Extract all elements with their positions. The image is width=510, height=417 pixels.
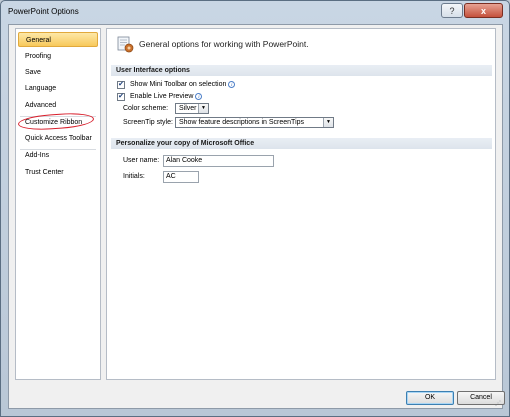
username-label: User name: [123, 157, 160, 164]
resize-grip-icon[interactable]: ⋰ [495, 400, 501, 407]
ok-button[interactable]: OK [406, 391, 454, 405]
close-icon: x [480, 5, 486, 16]
help-button[interactable]: ? [441, 3, 463, 18]
sidebar-item-save[interactable]: Save [18, 65, 98, 80]
mini-toolbar-label: Show Mini Toolbar on selection [130, 81, 227, 88]
screentip-style-value: Show feature descriptions in ScreenTips [179, 119, 305, 126]
help-icon: ? [449, 5, 455, 16]
options-window: PowerPoint Options ? x General Proofing … [0, 0, 510, 417]
title-bar[interactable]: PowerPoint Options ? x [1, 1, 509, 23]
live-preview-option[interactable]: ✔ Enable Live Preview i [117, 91, 203, 102]
sidebar-item-general[interactable]: General [18, 32, 98, 47]
mini-toolbar-option[interactable]: ✔ Show Mini Toolbar on selection i [117, 79, 236, 90]
username-input[interactable]: Alan Cooke [163, 155, 274, 167]
section-header-ui-options: User Interface options [111, 65, 492, 76]
sidebar-item-quick-access-toolbar[interactable]: Quick Access Toolbar [18, 131, 98, 146]
screentip-style-select[interactable]: Show feature descriptions in ScreenTips … [175, 117, 334, 128]
color-scheme-value: Silver [179, 105, 197, 112]
close-button[interactable]: x [464, 3, 503, 18]
color-scheme-select[interactable]: Silver ▼ [175, 103, 209, 114]
page-title: General options for working with PowerPo… [139, 39, 309, 49]
initials-input[interactable]: AC [163, 171, 199, 183]
sidebar-item-language[interactable]: Language [18, 81, 98, 96]
sidebar-item-proofing[interactable]: Proofing [18, 49, 98, 64]
live-preview-label: Enable Live Preview [130, 93, 194, 100]
live-preview-checkbox[interactable]: ✔ [117, 92, 125, 101]
sidebar-item-trust-center[interactable]: Trust Center [18, 165, 98, 180]
dropdown-arrow-icon: ▼ [323, 118, 333, 127]
sidebar: General Proofing Save Language Advanced … [15, 28, 101, 380]
initials-label: Initials: [123, 173, 145, 180]
general-panel: General options for working with PowerPo… [106, 28, 496, 380]
window-title: PowerPoint Options [8, 7, 79, 16]
mini-toolbar-checkbox[interactable]: ✔ [117, 80, 125, 89]
dropdown-arrow-icon: ▼ [198, 104, 208, 113]
section-header-personalize: Personalize your copy of Microsoft Offic… [111, 138, 492, 149]
info-icon: i [195, 93, 203, 100]
sidebar-item-advanced[interactable]: Advanced [18, 98, 98, 113]
sidebar-item-add-ins[interactable]: Add-Ins [18, 148, 98, 163]
info-icon: i [228, 81, 236, 88]
options-gear-icon [117, 36, 134, 53]
dialog-body: General Proofing Save Language Advanced … [8, 24, 505, 409]
screentip-label: ScreenTip style: [123, 119, 173, 126]
color-scheme-label: Color scheme: [123, 105, 169, 112]
